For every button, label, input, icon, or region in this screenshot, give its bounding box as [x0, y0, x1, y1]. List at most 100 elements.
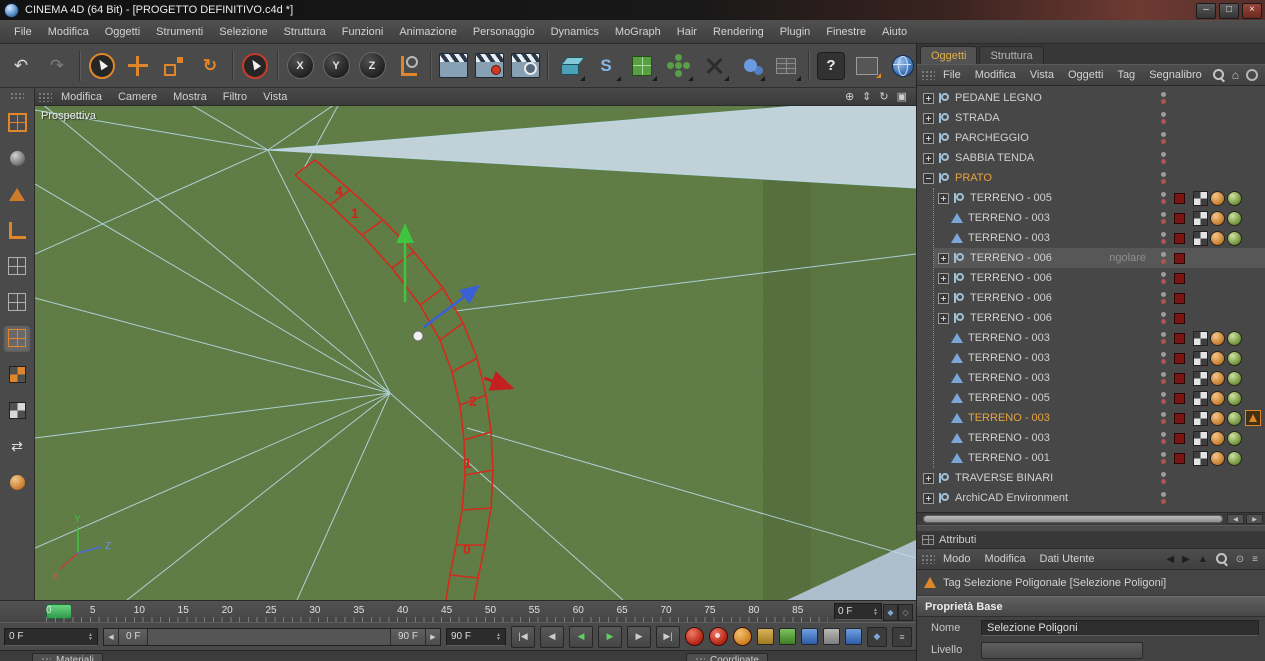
checker-tag-icon[interactable] [1193, 390, 1208, 406]
menu-modifica[interactable]: Modifica [40, 22, 97, 42]
metaball-button[interactable] [733, 49, 767, 83]
om-menu-segnalibro[interactable]: Segnalibro [1143, 67, 1208, 83]
object-row[interactable]: ArchiCAD Environment [917, 488, 1265, 508]
add-primitive-button[interactable] [553, 49, 587, 83]
expand-toggle[interactable] [938, 192, 949, 204]
material-sphere-orange-icon[interactable] [1210, 390, 1225, 406]
material-sphere-green-icon[interactable] [1227, 350, 1242, 366]
material-sphere-green-icon[interactable] [1227, 230, 1242, 246]
display-color-chip[interactable] [1173, 312, 1185, 324]
object-row[interactable]: PARCHEGGIO [917, 128, 1265, 148]
timeline-ruler[interactable]: 0 5 10 15 20 25 30 35 40 45 50 55 60 65 … [0, 600, 916, 622]
polygon-selection-tag-selected[interactable] [1244, 410, 1261, 426]
checker-tag-icon[interactable] [1193, 210, 1208, 226]
make-editable-button[interactable] [3, 108, 31, 136]
menu-mograph[interactable]: MoGraph [607, 22, 669, 42]
material-sphere-green-icon[interactable] [1227, 410, 1242, 426]
spline-pen-button[interactable]: S [589, 49, 623, 83]
redo-button[interactable]: ↷ [40, 49, 74, 83]
command-palette-button[interactable] [850, 49, 884, 83]
coordinates-drag-handle[interactable] [695, 657, 705, 661]
expand-toggle[interactable] [923, 112, 934, 124]
current-frame-spinner[interactable]: ▲ ▼ [88, 632, 93, 641]
active-polygon-mode-button[interactable] [3, 324, 31, 352]
keyframe-position-toggle[interactable] [757, 628, 774, 645]
editor-visibility-dot[interactable] [1160, 152, 1166, 157]
menu-personaggio[interactable]: Personaggio [465, 22, 543, 42]
range-right-arrow-icon[interactable]: ▶ [426, 628, 440, 645]
edge-mode-button[interactable] [3, 216, 31, 244]
material-sphere-orange-icon[interactable] [1210, 230, 1225, 246]
keyframe-pla-toggle[interactable] [845, 628, 862, 645]
expand-toggle[interactable] [923, 132, 934, 144]
render-visibility-dot[interactable] [1160, 179, 1166, 184]
object-row[interactable]: TERRENO - 003 [934, 348, 1265, 368]
display-color-chip[interactable] [1173, 212, 1185, 224]
object-row[interactable]: TERRENO - 006 [934, 308, 1265, 328]
checker-tag-icon[interactable] [1193, 350, 1208, 366]
object-row[interactable]: TERRENO - 003 [934, 428, 1265, 448]
render-visibility-dot[interactable] [1160, 419, 1166, 424]
vp-menu-vista[interactable]: Vista [256, 89, 294, 105]
parent-up-icon[interactable]: ▲ [1198, 554, 1208, 565]
link-icon[interactable]: ⊙ [1236, 554, 1244, 565]
material-sphere-orange-icon[interactable] [1210, 190, 1225, 206]
menu-dynamics[interactable]: Dynamics [543, 22, 607, 42]
material-sphere-green-icon[interactable] [1227, 390, 1242, 406]
menu-rendering[interactable]: Rendering [705, 22, 772, 42]
scroll-left-button[interactable]: ◀ [1227, 514, 1244, 524]
menu-oggetti[interactable]: Oggetti [97, 22, 148, 42]
collapse-toggle[interactable] [923, 172, 934, 184]
keyframe-parameter-toggle[interactable] [823, 628, 840, 645]
checker-tag-icon[interactable] [1193, 450, 1208, 466]
minimize-button[interactable]: – [1196, 3, 1216, 19]
previous-key-button[interactable]: ◀ [540, 625, 564, 648]
material-sphere-orange-icon[interactable] [1210, 330, 1225, 346]
uv-mode-button[interactable] [3, 288, 31, 316]
materials-drag-handle[interactable] [41, 657, 51, 661]
range-track[interactable] [148, 628, 390, 645]
expand-toggle[interactable] [923, 472, 934, 484]
timeline-frame-field[interactable]: 0 F ▲ ▼ [834, 603, 882, 620]
scroll-right-button[interactable]: ▶ [1246, 514, 1263, 524]
editor-visibility-dot[interactable] [1160, 372, 1166, 377]
move-tool-button[interactable] [121, 49, 155, 83]
object-row-prato[interactable]: PRATO [917, 168, 1265, 188]
next-frame-button[interactable]: ▶ [627, 625, 651, 648]
keyframe-bar-button[interactable]: ◆ [883, 604, 898, 621]
menu-funzioni[interactable]: Funzioni [334, 22, 392, 42]
display-color-chip[interactable] [1173, 272, 1185, 284]
render-visibility-dot[interactable] [1160, 359, 1166, 364]
menu-animazione[interactable]: Animazione [391, 22, 464, 42]
close-button[interactable]: × [1242, 3, 1262, 19]
keyframe-selection-button[interactable] [733, 627, 752, 646]
model-mode-button[interactable] [3, 144, 31, 172]
search-icon[interactable] [1212, 69, 1225, 81]
x-axis-lock-button[interactable]: X [283, 49, 317, 83]
render-visibility-dot[interactable] [1160, 399, 1166, 404]
attributes-title-bar[interactable]: Attributi [917, 531, 1265, 549]
y-axis-lock-button[interactable]: Y [319, 49, 353, 83]
material-sphere-green-icon[interactable] [1227, 370, 1242, 386]
om-menu-oggetti[interactable]: Oggetti [1062, 67, 1109, 83]
render-visibility-dot[interactable] [1160, 219, 1166, 224]
render-visibility-dot[interactable] [1160, 119, 1166, 124]
viewport-rotate-icon[interactable]: ↻ [879, 90, 888, 103]
display-color-chip[interactable] [1173, 292, 1185, 304]
render-visibility-dot[interactable] [1160, 99, 1166, 104]
checker-tag-icon[interactable] [1193, 370, 1208, 386]
object-row[interactable]: PEDANE LEGNO [917, 88, 1265, 108]
history-forward-icon[interactable]: ▶ [1182, 554, 1190, 565]
title-bar[interactable]: CINEMA 4D (64 Bit) - [PROGETTO DEFINITIV… [0, 0, 1265, 20]
render-visibility-dot[interactable] [1160, 259, 1166, 264]
expand-toggle[interactable] [923, 152, 934, 164]
render-visibility-dot[interactable] [1160, 499, 1166, 504]
attr-menu-icon[interactable]: ≡ [1252, 554, 1258, 565]
subdivision-surface-button[interactable] [625, 49, 659, 83]
object-manager-drag-handle[interactable] [921, 70, 935, 80]
name-input[interactable]: Selezione Poligoni [981, 620, 1259, 636]
om-menu-modifica[interactable]: Modifica [969, 67, 1022, 83]
material-sphere-orange-icon[interactable] [1210, 370, 1225, 386]
object-row[interactable]: TERRENO - 006 [934, 268, 1265, 288]
render-visibility-dot[interactable] [1160, 299, 1166, 304]
